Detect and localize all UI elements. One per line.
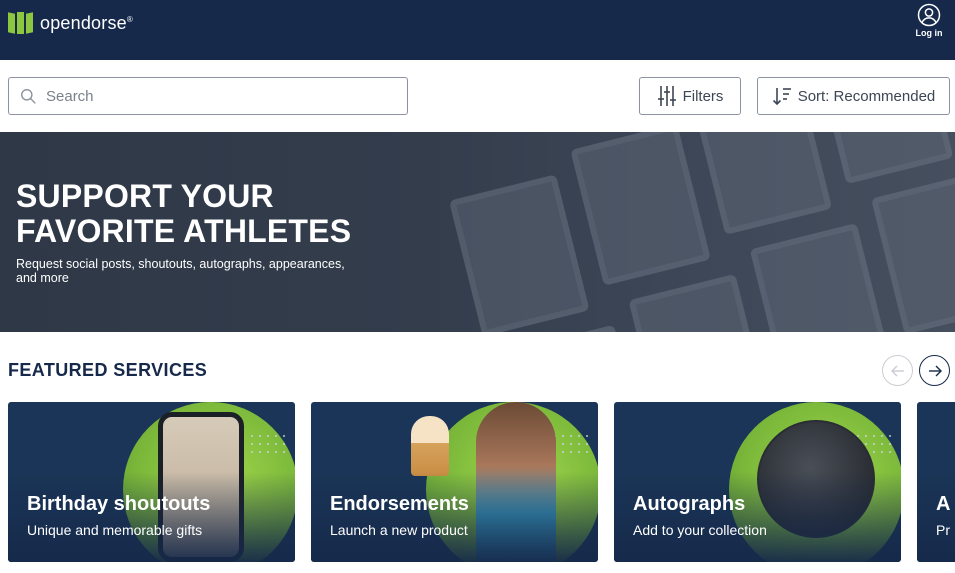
search-box[interactable] [8,77,408,115]
card-subtitle: Unique and memorable gifts [27,522,203,538]
hero-subtitle: Request social posts, shoutouts, autogra… [16,257,345,285]
user-circle-icon [917,3,941,27]
login-button[interactable]: Log in [914,3,944,38]
card-title: Autographs [633,493,746,515]
featured-services-title: FEATURED SERVICES [8,360,208,380]
opendorse-logo[interactable]: opendorse® [8,12,133,34]
card-title: A [936,493,951,515]
search-input[interactable] [46,87,386,105]
carousel-prev-button[interactable] [882,355,913,386]
filters-button[interactable]: Filters [639,77,741,115]
hero-photo-collage [401,132,955,332]
sort-button[interactable]: Sort: Recommended [757,77,950,115]
service-card-autographs[interactable]: Autographs Add to your collection [614,402,901,562]
logo-mark-icon [8,12,33,34]
sort-label: Sort: Recommended [797,87,936,105]
hero-banner: SUPPORT YOUR FAVORITE ATHLETES Request s… [0,132,955,332]
arrow-right-icon [928,365,942,376]
search-icon [21,88,36,104]
card-dot-pattern [248,432,288,458]
service-card-partial[interactable]: A Pr [917,402,955,562]
filters-label: Filters [682,87,724,105]
card-title: Birthday shoutouts [27,493,211,515]
service-card-endorsements[interactable]: Endorsements Launch a new product [311,402,598,562]
ice-cream-cone-image [411,416,449,476]
card-dot-pattern [551,432,591,458]
hero-title: SUPPORT YOUR FAVORITE ATHLETES [16,178,352,249]
logo-text: opendorse® [40,12,133,33]
arrow-left-icon [890,365,904,376]
sliders-icon [657,86,676,106]
carousel-next-button[interactable] [919,355,950,386]
card-subtitle: Add to your collection [633,522,767,538]
top-nav-bar: opendorse® Log in [0,0,955,60]
login-label: Log in [915,28,943,38]
card-subtitle: Pr [936,522,950,538]
card-title: Endorsements [330,493,469,515]
card-subtitle: Launch a new product [330,522,468,538]
service-card-birthday-shoutouts[interactable]: Birthday shoutouts Unique and memorable … [8,402,295,562]
sort-icon [772,88,791,106]
